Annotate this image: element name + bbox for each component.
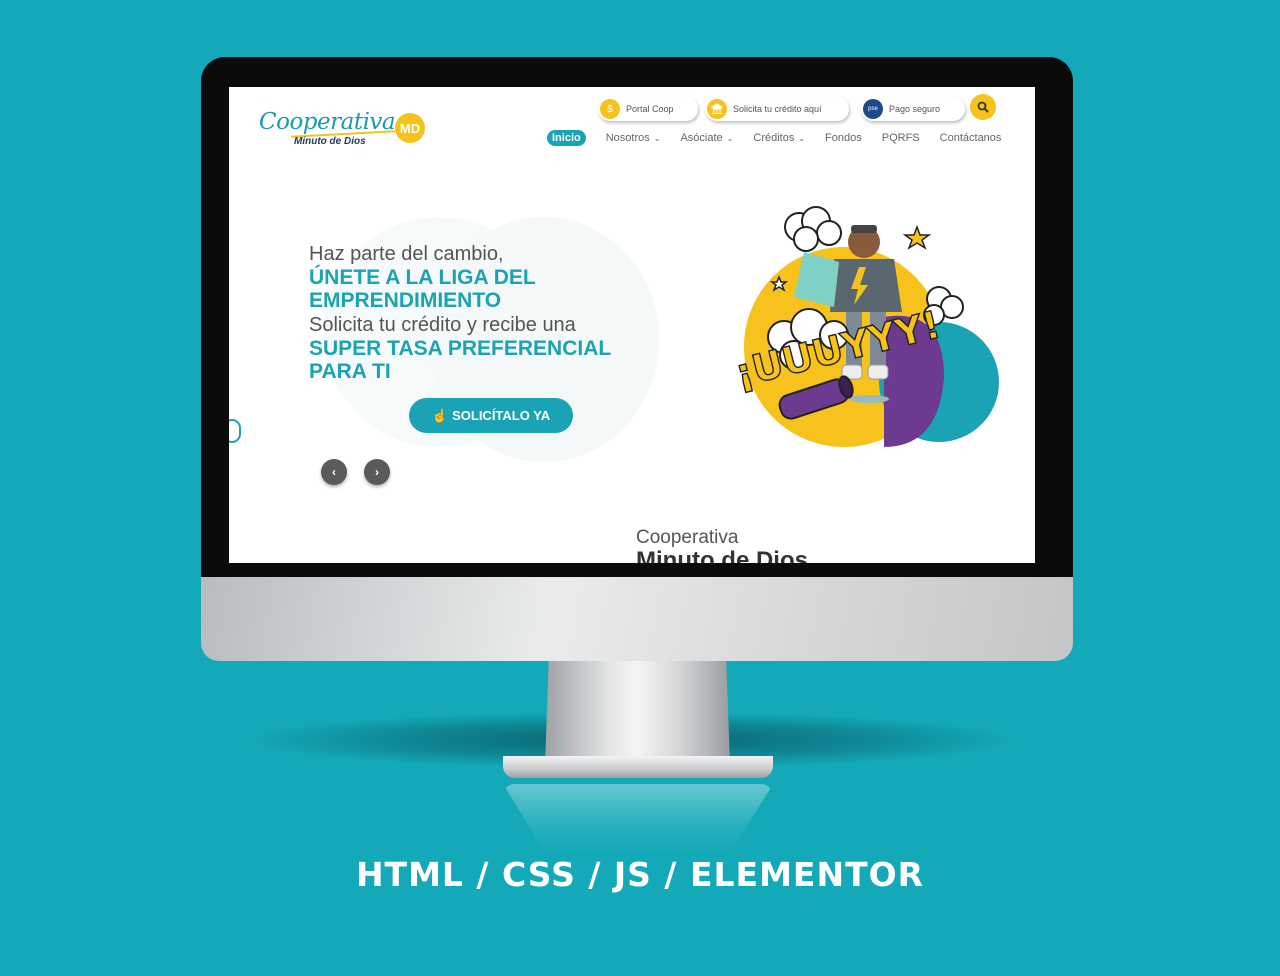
hero-line-2a: ÚNETE A LA LIGA DEL — [309, 266, 536, 289]
monitor-stand-base — [503, 756, 773, 778]
star-icon — [902, 224, 932, 250]
hero-text: Haz parte del cambio, ÚNETE A LA LIGA DE… — [309, 243, 611, 383]
chevron-down-icon: ⌄ — [798, 134, 806, 143]
pago-seguro-label: Pago seguro — [889, 104, 941, 114]
nav-creditos[interactable]: Créditos ⌄ — [753, 132, 805, 144]
nav-creditos-label: Créditos — [753, 132, 795, 144]
portal-coop-button[interactable]: $ Portal Coop — [598, 97, 698, 121]
pointer-hand-icon: ☝ — [431, 407, 449, 423]
search-button[interactable] — [970, 94, 996, 120]
tech-stack-caption: HTML / CSS / JS / ELEMENTOR — [355, 855, 925, 894]
hero-illustration: ¡UUUYYY! — [734, 206, 999, 447]
pago-seguro-button[interactable]: pse Pago seguro — [861, 97, 965, 121]
nav-inicio[interactable]: Inicio — [547, 130, 586, 146]
nav-nosotros[interactable]: Nosotros ⌄ — [606, 132, 661, 144]
nav-nosotros-label: Nosotros — [605, 132, 650, 144]
section-title-line-1: Cooperativa — [636, 527, 739, 548]
cta-label: SOLICÍTALO YA — [452, 408, 551, 423]
bank-icon — [707, 99, 727, 119]
logo-badge: MD — [395, 113, 425, 143]
stand-reflection — [503, 784, 773, 854]
main-nav: Inicio Nosotros ⌄ Asóciate ⌄ Créditos ⌄ Fon… — [547, 130, 1021, 146]
slider-next-button[interactable]: › — [364, 459, 390, 485]
nav-contactanos[interactable]: Contáctanos — [940, 132, 1002, 144]
monitor-stand-neck — [545, 661, 730, 766]
comic-cloud-top — [784, 206, 842, 252]
hero-line-2b: EMPRENDIMIENTO — [309, 289, 502, 312]
slider-prev-button[interactable]: ‹ — [321, 459, 347, 485]
logo-subtitle: Minuto de Dios — [294, 136, 366, 147]
chevron-down-icon: ⌄ — [726, 134, 734, 143]
solicitalo-ya-button[interactable]: ☝ SOLICÍTALO YA — [409, 398, 573, 433]
shadow — [849, 395, 889, 403]
slider-side-indicator[interactable] — [229, 419, 241, 443]
monitor-chin — [201, 577, 1073, 661]
nav-asociate-label: Asóciate — [680, 132, 723, 144]
section-title: Cooperativa Minuto de Dios — [636, 527, 808, 563]
nav-fondos[interactable]: Fondos — [825, 132, 862, 144]
coin-icon: $ — [600, 99, 620, 119]
section-title-line-2: Minuto de Dios — [636, 547, 808, 563]
pse-icon: pse — [863, 99, 883, 119]
solicita-credito-label: Solicita tu crédito aquí — [733, 104, 822, 114]
site-logo[interactable]: Cooperativa Minuto de Dios MD — [259, 109, 429, 151]
portal-coop-label: Portal Coop — [626, 104, 674, 114]
search-icon — [977, 101, 989, 113]
hero-line-4a: SUPER TASA PREFERENCIAL — [309, 337, 612, 360]
hero-line-1: Haz parte del cambio, — [309, 243, 504, 265]
nav-asociate[interactable]: Asóciate ⌄ — [680, 132, 733, 144]
nav-pqrfs[interactable]: PQRFS — [882, 132, 920, 144]
solicita-credito-button[interactable]: Solicita tu crédito aquí — [705, 97, 849, 121]
chevron-right-icon: › — [375, 465, 379, 479]
chevron-down-icon: ⌄ — [653, 134, 661, 143]
hero-line-4b: PARA TI — [309, 360, 391, 383]
hero-line-3: Solicita tu crédito y recibe una — [309, 314, 576, 336]
website-screen: Cooperativa Minuto de Dios MD $ Portal C… — [229, 87, 1035, 563]
chevron-left-icon: ‹ — [332, 465, 336, 479]
